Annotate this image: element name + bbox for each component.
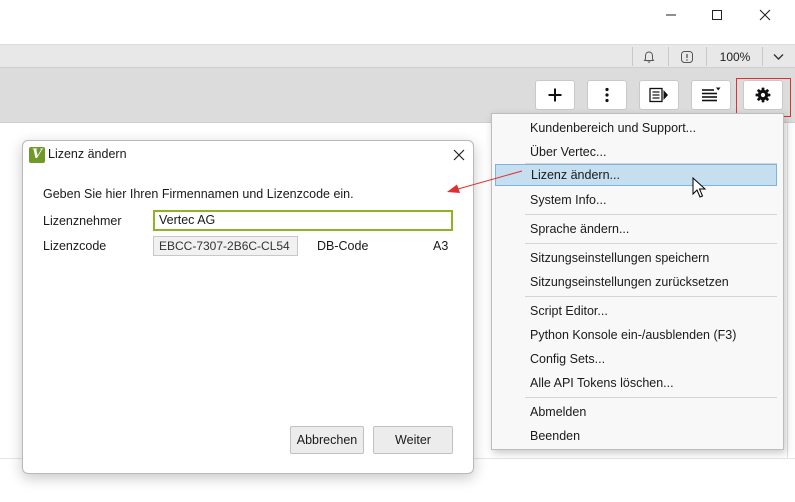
menu-item-about[interactable]: Über Vertec... (495, 141, 777, 163)
panel-arrow-icon (649, 87, 668, 103)
next-button[interactable]: Weiter (373, 426, 453, 454)
minimize-icon (666, 14, 676, 16)
licensee-input[interactable]: Vertec AG (153, 210, 453, 231)
divider (762, 47, 763, 66)
menu-item-quit[interactable]: Beenden (495, 425, 777, 447)
divider (706, 47, 707, 66)
divider (632, 47, 633, 66)
menu-separator (525, 214, 777, 215)
dialog-close-button[interactable] (449, 145, 469, 165)
list-menu-button[interactable] (691, 80, 731, 110)
close-icon (759, 9, 771, 21)
zoom-dropdown-button[interactable] (766, 45, 790, 68)
settings-menu: Kundenbereich und Support... Über Vertec… (491, 113, 784, 450)
panel-button[interactable] (639, 80, 679, 110)
divider (668, 47, 669, 66)
license-code-field: EBCC-7307-2B6C-CL54 (153, 236, 298, 256)
menu-item-delete-api-tokens[interactable]: Alle API Tokens löschen... (495, 372, 777, 394)
menu-item-customer-area[interactable]: Kundenbereich und Support... (495, 117, 777, 139)
menu-item-reset-session[interactable]: Sitzungseinstellungen zurücksetzen (495, 271, 777, 293)
dialog-title: Lizenz ändern (48, 147, 127, 161)
menu-item-change-license[interactable]: Lizenz ändern... (495, 164, 777, 186)
dialog-instruction: Geben Sie hier Ihren Firmennamen und Liz… (43, 187, 354, 201)
list-dropdown-icon (702, 87, 721, 102)
menu-item-system-info[interactable]: System Info... (495, 189, 777, 211)
content-right-border (787, 123, 788, 459)
mouse-cursor-icon (692, 177, 707, 198)
maximize-icon (712, 10, 722, 20)
licensee-label: Lizenznehmer (43, 214, 122, 228)
close-icon (453, 149, 465, 161)
more-button[interactable] (587, 80, 627, 110)
bell-icon (643, 50, 655, 63)
vertec-logo-icon: V (29, 147, 45, 163)
db-code-label: DB-Code (317, 239, 369, 253)
license-dialog: V Lizenz ändern Geben Sie hier Ihren Fir… (22, 140, 474, 474)
window-close-button[interactable] (742, 0, 788, 30)
alert-button[interactable] (674, 45, 700, 68)
chevron-down-icon (773, 53, 783, 60)
menu-item-logout[interactable]: Abmelden (495, 401, 777, 423)
menu-item-save-session[interactable]: Sitzungseinstellungen speichern (495, 247, 777, 269)
menu-item-change-language[interactable]: Sprache ändern... (495, 218, 777, 240)
menu-separator (525, 296, 777, 297)
menu-item-config-sets[interactable]: Config Sets... (495, 348, 777, 370)
kebab-icon (605, 87, 609, 103)
minimize-button[interactable] (648, 0, 694, 30)
menu-separator (525, 243, 777, 244)
cancel-button[interactable]: Abbrechen (290, 426, 364, 454)
alert-icon (681, 50, 693, 63)
maximize-button[interactable] (694, 0, 740, 30)
add-button[interactable] (535, 80, 575, 110)
zoom-text: 100% (719, 49, 751, 64)
plus-icon (548, 88, 562, 102)
zoom-level: 100% (712, 45, 758, 68)
db-code-value: A3 (433, 239, 449, 253)
menu-item-python-console[interactable]: Python Konsole ein-/ausblenden (F3) (495, 324, 777, 346)
browser-status-strip: 100% (0, 44, 795, 68)
window-titlebar (0, 0, 795, 44)
dialog-titlebar: V Lizenz ändern (23, 141, 473, 169)
license-code-label: Lizenzcode (43, 239, 107, 253)
menu-separator (525, 397, 777, 398)
menu-item-script-editor[interactable]: Script Editor... (495, 300, 777, 322)
notifications-button[interactable] (636, 45, 662, 68)
settings-highlight-box (736, 78, 791, 117)
